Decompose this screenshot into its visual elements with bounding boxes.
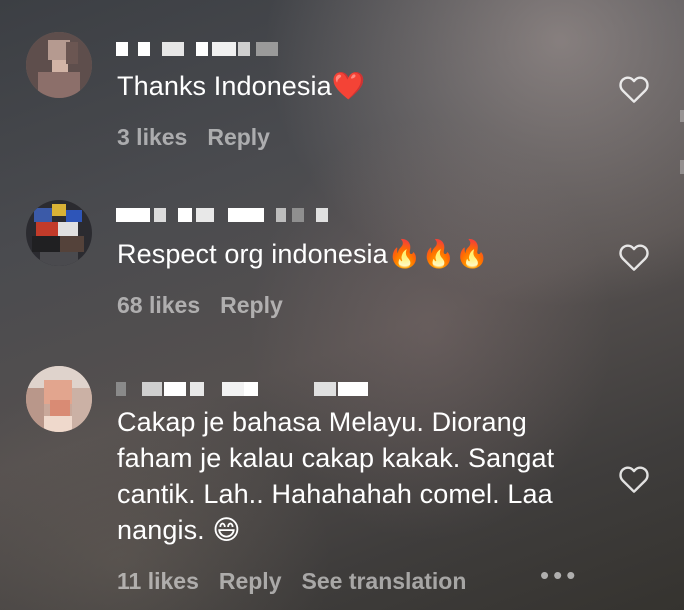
heart-icon[interactable] <box>618 242 650 272</box>
likes-count[interactable]: 11 likes <box>117 568 199 594</box>
scrollbar-edge <box>680 160 684 174</box>
heart-icon[interactable] <box>618 464 650 494</box>
see-translation-link[interactable]: See translation <box>302 568 467 594</box>
comment-text: Cakap je bahasa Melayu. Diorang faham je… <box>117 407 555 545</box>
likes-count[interactable]: 68 likes <box>117 292 200 318</box>
reply-button[interactable]: Reply <box>219 568 282 594</box>
comment-text: Thanks Indonesia❤️ <box>117 71 366 101</box>
reply-button[interactable]: Reply <box>220 292 283 318</box>
comment-text: Respect org indonesia🔥🔥🔥 <box>117 239 489 269</box>
more-options-icon[interactable]: ••• <box>540 560 579 591</box>
avatar[interactable] <box>26 32 92 98</box>
avatar[interactable] <box>26 366 92 432</box>
scrollbar-edge <box>680 110 684 122</box>
comment-3: Cakap je bahasa Melayu. Diorang faham je… <box>0 360 684 610</box>
comment-meta: 3 likes Reply <box>117 124 290 151</box>
reply-button[interactable]: Reply <box>207 124 270 150</box>
comment-meta: 11 likes Reply See translation <box>117 568 486 595</box>
avatar[interactable] <box>26 200 92 266</box>
comment-1: Thanks Indonesia❤️ 3 likes Reply <box>0 0 684 190</box>
likes-count[interactable]: 3 likes <box>117 124 187 150</box>
comment-2: Respect org indonesia🔥🔥🔥 68 likes Reply <box>0 190 684 360</box>
comment-meta: 68 likes Reply <box>117 292 303 319</box>
heart-icon[interactable] <box>618 74 650 104</box>
